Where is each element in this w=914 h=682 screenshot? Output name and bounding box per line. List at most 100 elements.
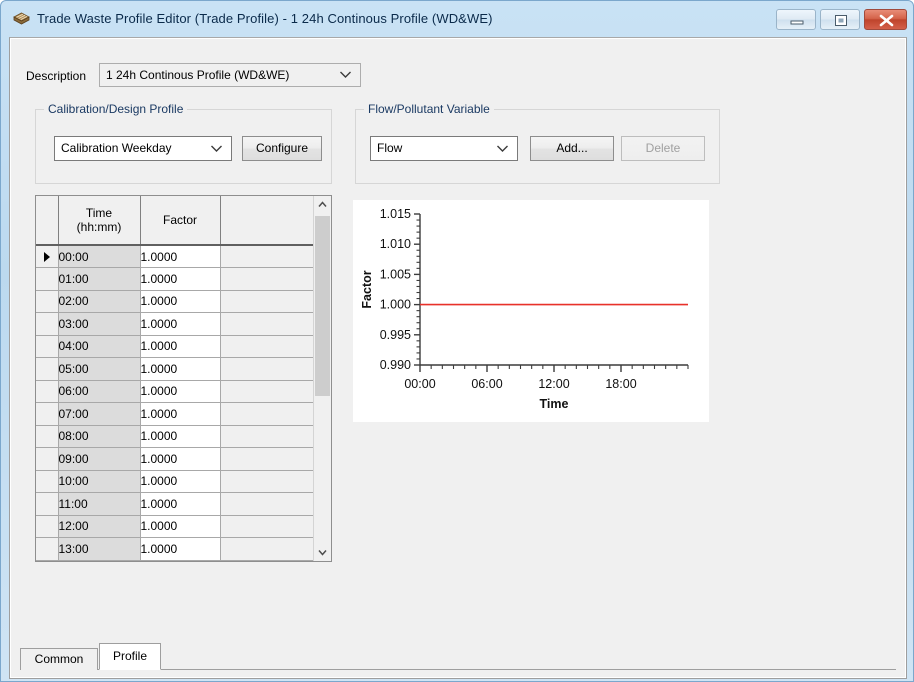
cell-time[interactable]: 08:00 <box>58 425 141 448</box>
cell-time[interactable]: 10:00 <box>58 470 141 493</box>
x-axis-tick-label: 18:00 <box>605 377 636 391</box>
cell-time[interactable]: 07:00 <box>58 402 141 426</box>
y-axis-tick-label: 0.995 <box>380 328 411 342</box>
cell-factor[interactable]: 1.0000 <box>140 402 221 426</box>
configure-button[interactable]: Configure <box>242 136 322 161</box>
chevron-down-icon <box>496 142 509 156</box>
cell-time[interactable]: 12:00 <box>58 515 141 538</box>
table-row[interactable]: 03:00 1.0000 <box>36 312 316 336</box>
cell-time[interactable]: 06:00 <box>58 380 141 403</box>
cell-factor[interactable]: 1.0000 <box>140 357 221 381</box>
cell-factor[interactable]: 1.0000 <box>140 492 221 516</box>
profile-data-grid[interactable]: Time (hh:mm) Factor 00:00 1.0000 01:00 1.00… <box>35 195 332 562</box>
cell-time[interactable]: 09:00 <box>58 447 141 471</box>
cell-factor[interactable]: 1.0000 <box>140 537 221 561</box>
column-header-time[interactable]: Time (hh:mm) <box>58 196 141 246</box>
description-combobox[interactable]: 1 24h Continous Profile (WD&WE) <box>99 63 361 87</box>
row-selector-cell[interactable] <box>36 335 59 358</box>
chevron-down-icon <box>339 68 352 82</box>
cell-factor[interactable]: 1.0000 <box>140 447 221 471</box>
table-row[interactable]: 10:00 1.0000 <box>36 470 316 493</box>
row-selector-cell[interactable] <box>36 312 59 336</box>
stacked-layers-icon <box>13 12 30 27</box>
row-selector-cell[interactable] <box>36 470 59 493</box>
table-row[interactable]: 11:00 1.0000 <box>36 492 316 516</box>
cell-filler <box>220 312 316 336</box>
close-button[interactable] <box>864 9 907 30</box>
row-selector-cell[interactable] <box>36 267 59 291</box>
row-selector-cell[interactable] <box>36 402 59 426</box>
cell-factor[interactable]: 1.0000 <box>140 380 221 403</box>
tab-common[interactable]: Common <box>20 648 98 670</box>
cell-time[interactable]: 01:00 <box>58 267 141 291</box>
cell-time[interactable]: 04:00 <box>58 335 141 358</box>
row-selector-cell[interactable] <box>36 492 59 516</box>
table-row[interactable]: 12:00 1.0000 <box>36 515 316 538</box>
window-title: Trade Waste Profile Editor (Trade Profil… <box>37 11 493 26</box>
row-selector-cell[interactable] <box>36 515 59 538</box>
flow-group-title: Flow/Pollutant Variable <box>364 102 494 116</box>
row-selector-cell[interactable] <box>36 245 59 268</box>
minimize-button[interactable] <box>776 9 816 30</box>
cell-filler <box>220 245 316 268</box>
column-header-time-main: Time <box>85 206 113 220</box>
table-row[interactable]: 02:00 1.0000 <box>36 290 316 313</box>
scroll-up-button[interactable] <box>314 196 331 213</box>
cell-filler <box>220 267 316 291</box>
cell-time[interactable]: 03:00 <box>58 312 141 336</box>
column-header-factor[interactable]: Factor <box>140 196 221 246</box>
calibration-design-profile-group: Calibration/Design Profile Calibration W… <box>35 102 332 184</box>
table-row[interactable]: 04:00 1.0000 <box>36 335 316 358</box>
description-value: 1 24h Continous Profile (WD&WE) <box>106 68 290 82</box>
row-selector-cell[interactable] <box>36 425 59 448</box>
cell-factor[interactable]: 1.0000 <box>140 425 221 448</box>
table-row[interactable]: 07:00 1.0000 <box>36 402 316 426</box>
add-button[interactable]: Add... <box>530 136 614 161</box>
title-bar[interactable]: Trade Waste Profile Editor (Trade Profil… <box>1 1 914 37</box>
cell-factor[interactable]: 1.0000 <box>140 470 221 493</box>
x-axis-tick-label: 12:00 <box>538 377 569 391</box>
cell-filler <box>220 470 316 493</box>
chart-canvas: 0.990 0.995 1.000 1.005 1.010 1.015 00:00 06:00… <box>360 207 689 411</box>
row-selector-cell[interactable] <box>36 380 59 403</box>
row-selector-cell[interactable] <box>36 447 59 471</box>
row-selector-cell[interactable] <box>36 357 59 381</box>
cell-factor[interactable]: 1.0000 <box>140 335 221 358</box>
row-selector-cell[interactable] <box>36 290 59 313</box>
table-row[interactable]: 06:00 1.0000 <box>36 380 316 403</box>
cell-filler <box>220 402 316 426</box>
x-axis-title: Time <box>540 397 569 411</box>
table-row[interactable]: 01:00 1.0000 <box>36 267 316 291</box>
table-row[interactable]: 13:00 1.0000 <box>36 537 316 561</box>
column-header-selector[interactable] <box>36 196 59 246</box>
calibration-profile-combobox[interactable]: Calibration Weekday <box>54 136 232 161</box>
table-row[interactable]: 09:00 1.0000 <box>36 447 316 471</box>
table-body: 00:00 1.0000 01:00 1.0000 02:00 1.0000 03:00 1.… <box>36 245 316 561</box>
grid-vertical-scrollbar[interactable] <box>313 196 331 561</box>
cell-time[interactable]: 05:00 <box>58 357 141 381</box>
cell-factor[interactable]: 1.0000 <box>140 515 221 538</box>
cell-time[interactable]: 02:00 <box>58 290 141 313</box>
cell-factor[interactable]: 1.0000 <box>140 312 221 336</box>
flow-variable-value: Flow <box>377 141 403 155</box>
y-axis-tick-label: 1.000 <box>380 298 411 312</box>
cell-time[interactable]: 11:00 <box>58 492 141 516</box>
tab-profile[interactable]: Profile <box>99 643 161 670</box>
table-row[interactable]: 08:00 1.0000 <box>36 425 316 448</box>
cell-filler <box>220 492 316 516</box>
cell-factor[interactable]: 1.0000 <box>140 245 221 268</box>
maximize-button[interactable] <box>820 9 860 30</box>
flow-variable-combobox[interactable]: Flow <box>370 136 518 161</box>
table-row[interactable]: 00:00 1.0000 <box>36 245 316 268</box>
cell-filler <box>220 447 316 471</box>
scrollbar-thumb[interactable] <box>315 216 330 396</box>
scroll-down-button[interactable] <box>314 544 331 561</box>
factor-time-chart: 0.990 0.995 1.000 1.005 1.010 1.015 00:00 06:00… <box>353 200 709 422</box>
cell-filler <box>220 290 316 313</box>
row-selector-cell[interactable] <box>36 537 59 561</box>
cell-time[interactable]: 00:00 <box>58 245 141 268</box>
cell-factor[interactable]: 1.0000 <box>140 290 221 313</box>
cell-factor[interactable]: 1.0000 <box>140 267 221 291</box>
cell-time[interactable]: 13:00 <box>58 537 141 561</box>
table-row[interactable]: 05:00 1.0000 <box>36 357 316 381</box>
